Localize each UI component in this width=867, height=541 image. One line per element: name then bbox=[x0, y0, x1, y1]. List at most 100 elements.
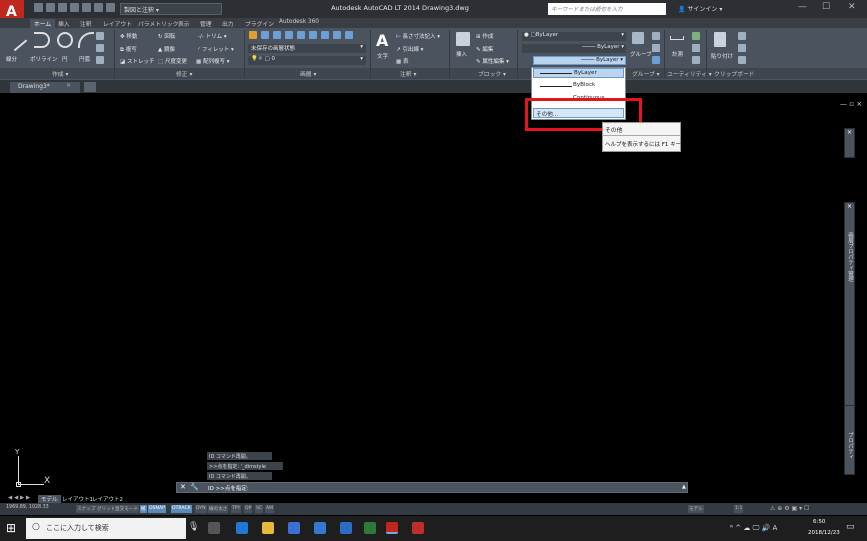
osnap-toggle[interactable]: OSNAP bbox=[148, 505, 166, 513]
group-edit-icon[interactable] bbox=[652, 44, 660, 52]
circle-button-label[interactable]: 円 bbox=[62, 55, 68, 63]
tab-home[interactable]: ホーム bbox=[30, 19, 56, 28]
select-all-icon[interactable] bbox=[692, 56, 700, 64]
windows-start-icon[interactable]: ⊞ bbox=[6, 521, 16, 535]
text-icon[interactable]: A bbox=[376, 31, 388, 50]
measure-button-label[interactable]: 計測 bbox=[672, 50, 683, 58]
tab-parametric[interactable]: パラメトリック bbox=[138, 19, 178, 28]
layer-state-select[interactable]: 未保存の画層状態 ▾ bbox=[248, 44, 366, 53]
model-space-button[interactable]: モデル bbox=[688, 505, 704, 513]
wrench-icon[interactable]: 🔧 bbox=[190, 483, 199, 491]
quick-calc-icon[interactable] bbox=[692, 32, 700, 40]
annotation-scale[interactable]: 1:1 bbox=[734, 505, 744, 513]
notification-icon[interactable]: ▭ bbox=[846, 522, 855, 532]
gradient-icon[interactable] bbox=[96, 56, 104, 64]
current-layer-select[interactable]: 💡☼ ▢ 0 ▾ bbox=[248, 56, 366, 65]
help-search-input[interactable]: キーワードまたは語句を入力 bbox=[548, 3, 666, 15]
tab-annotate[interactable]: 注釈 bbox=[80, 19, 92, 28]
command-prompt[interactable]: ID >>点を指定: bbox=[208, 484, 249, 492]
command-line[interactable] bbox=[176, 482, 688, 493]
app-icon[interactable] bbox=[412, 522, 424, 534]
tab-plugins[interactable]: プラグイン bbox=[245, 19, 274, 28]
tab-model[interactable]: モデル bbox=[38, 495, 61, 503]
layer-icon[interactable] bbox=[261, 31, 269, 39]
layer-icon[interactable] bbox=[345, 31, 353, 39]
tab-insert[interactable]: 挿入 bbox=[58, 19, 70, 28]
layer-properties-icon[interactable] bbox=[249, 31, 257, 39]
match-properties-icon[interactable] bbox=[738, 56, 746, 64]
id-point-icon[interactable] bbox=[692, 44, 700, 52]
scale-button[interactable]: ⬚ 尺度変更 bbox=[158, 57, 187, 65]
modify-panel-label[interactable]: 修正 ▾ bbox=[176, 69, 192, 78]
arc-button-label[interactable]: 円弧 bbox=[79, 55, 90, 63]
array-button[interactable]: ▦ 配列複写 ▾ bbox=[196, 57, 229, 65]
workspace-select[interactable]: 製図と注釈 ▾ bbox=[120, 3, 222, 15]
table-button[interactable]: ▦ 表 bbox=[396, 57, 408, 65]
clock-date[interactable]: 2018/12/23 bbox=[808, 530, 840, 536]
move-button[interactable]: ✥ 移動 bbox=[120, 32, 137, 40]
groups-panel-label[interactable]: グループ ▾ bbox=[632, 69, 660, 78]
minimize-icon[interactable]: — bbox=[798, 2, 807, 12]
ortho-toggle[interactable]: 直交モード bbox=[114, 505, 139, 513]
layer-icon[interactable] bbox=[273, 31, 281, 39]
group-button-label[interactable]: グループ bbox=[630, 50, 652, 58]
annotation-panel-label[interactable]: 注釈 ▾ bbox=[400, 69, 416, 78]
paste-button-label[interactable]: 貼り付け bbox=[711, 52, 733, 60]
redo-icon[interactable] bbox=[106, 3, 115, 12]
sc-toggle[interactable]: SC bbox=[255, 505, 264, 513]
app-icon[interactable] bbox=[364, 522, 376, 534]
tab-manage[interactable]: 管理 bbox=[200, 19, 212, 28]
tab-layout1[interactable]: レイアウト1 bbox=[62, 495, 93, 503]
fillet-button[interactable]: ◜ フィレット ▾ bbox=[198, 45, 234, 53]
store-icon[interactable] bbox=[314, 522, 326, 534]
group-select-icon[interactable] bbox=[652, 56, 660, 64]
stretch-button[interactable]: ◪ ストレッチ bbox=[120, 57, 154, 65]
tab-layout[interactable]: レイアウト bbox=[103, 19, 132, 28]
circle-icon[interactable] bbox=[57, 32, 73, 48]
linetype-select[interactable]: ──── ByLayer ▾ bbox=[533, 56, 626, 65]
app-icon[interactable] bbox=[340, 522, 352, 534]
rectangle-icon[interactable] bbox=[96, 32, 104, 40]
paste-icon[interactable] bbox=[714, 32, 726, 47]
close-icon[interactable]: ✕ bbox=[180, 483, 186, 491]
trim-button[interactable]: -/- トリム ▾ bbox=[198, 32, 227, 40]
otrack-toggle[interactable]: OTRACK bbox=[171, 505, 192, 513]
maximize-icon[interactable]: ☐ bbox=[822, 2, 830, 12]
autocad-taskbar-icon[interactable] bbox=[386, 522, 398, 534]
am-toggle[interactable]: AM bbox=[265, 505, 275, 513]
signin-button[interactable]: 👤 サインイン ▾ bbox=[678, 4, 722, 13]
copy-clip-icon[interactable] bbox=[738, 44, 746, 52]
text-button-label[interactable]: 文字 bbox=[377, 52, 388, 60]
tab-nav-arrows[interactable]: ◀ ◀ ▶ ▶ bbox=[8, 495, 30, 501]
linear-dim-button[interactable]: ⊢ 長さ寸法記入 ▾ bbox=[396, 32, 440, 40]
properties-palette[interactable]: プロパティ bbox=[844, 405, 855, 475]
insert-block-icon[interactable] bbox=[456, 32, 470, 46]
qp-toggle[interactable]: QP bbox=[244, 505, 253, 513]
tab-autodesk-360[interactable]: Autodesk 360 bbox=[279, 19, 319, 25]
line-button-label[interactable]: 線分 bbox=[6, 55, 17, 63]
layer-icon[interactable] bbox=[321, 31, 329, 39]
save-as-icon[interactable] bbox=[70, 3, 79, 12]
status-tray-icons[interactable]: ⚠ ⊕ ⚙ ▣ ▾ ☐ bbox=[770, 505, 809, 512]
cut-icon[interactable] bbox=[738, 32, 746, 40]
open-file-icon[interactable] bbox=[46, 3, 55, 12]
close-icon[interactable]: × bbox=[66, 82, 71, 89]
tpy-toggle[interactable]: TPY bbox=[231, 505, 242, 513]
task-view-icon[interactable] bbox=[208, 522, 220, 534]
clipboard-panel-label[interactable]: クリップボード bbox=[714, 69, 755, 78]
microphone-icon[interactable]: 🎙 bbox=[188, 522, 199, 532]
undo-icon[interactable] bbox=[94, 3, 103, 12]
chevron-up-icon[interactable]: ▲ bbox=[682, 484, 686, 490]
mirror-button[interactable]: ▲ 鏡像 bbox=[158, 45, 175, 53]
color-select[interactable]: ● ▢ByLayer ▾ bbox=[522, 32, 626, 41]
polyline-icon[interactable] bbox=[34, 32, 50, 48]
print-icon[interactable] bbox=[82, 3, 91, 12]
tab-view[interactable]: 表示 bbox=[178, 19, 190, 28]
draw-panel-label[interactable]: 作成 ▾ bbox=[52, 69, 68, 78]
explorer-icon[interactable] bbox=[262, 522, 274, 534]
tab-layout2[interactable]: レイアウト2 bbox=[92, 495, 123, 503]
leader-button[interactable]: ↗ 引出線 ▾ bbox=[396, 45, 423, 53]
viewport-controls[interactable]: — ▫ × bbox=[840, 100, 862, 108]
new-file-icon[interactable] bbox=[34, 3, 43, 12]
edit-block-button[interactable]: ✎ 編集 bbox=[476, 45, 493, 53]
